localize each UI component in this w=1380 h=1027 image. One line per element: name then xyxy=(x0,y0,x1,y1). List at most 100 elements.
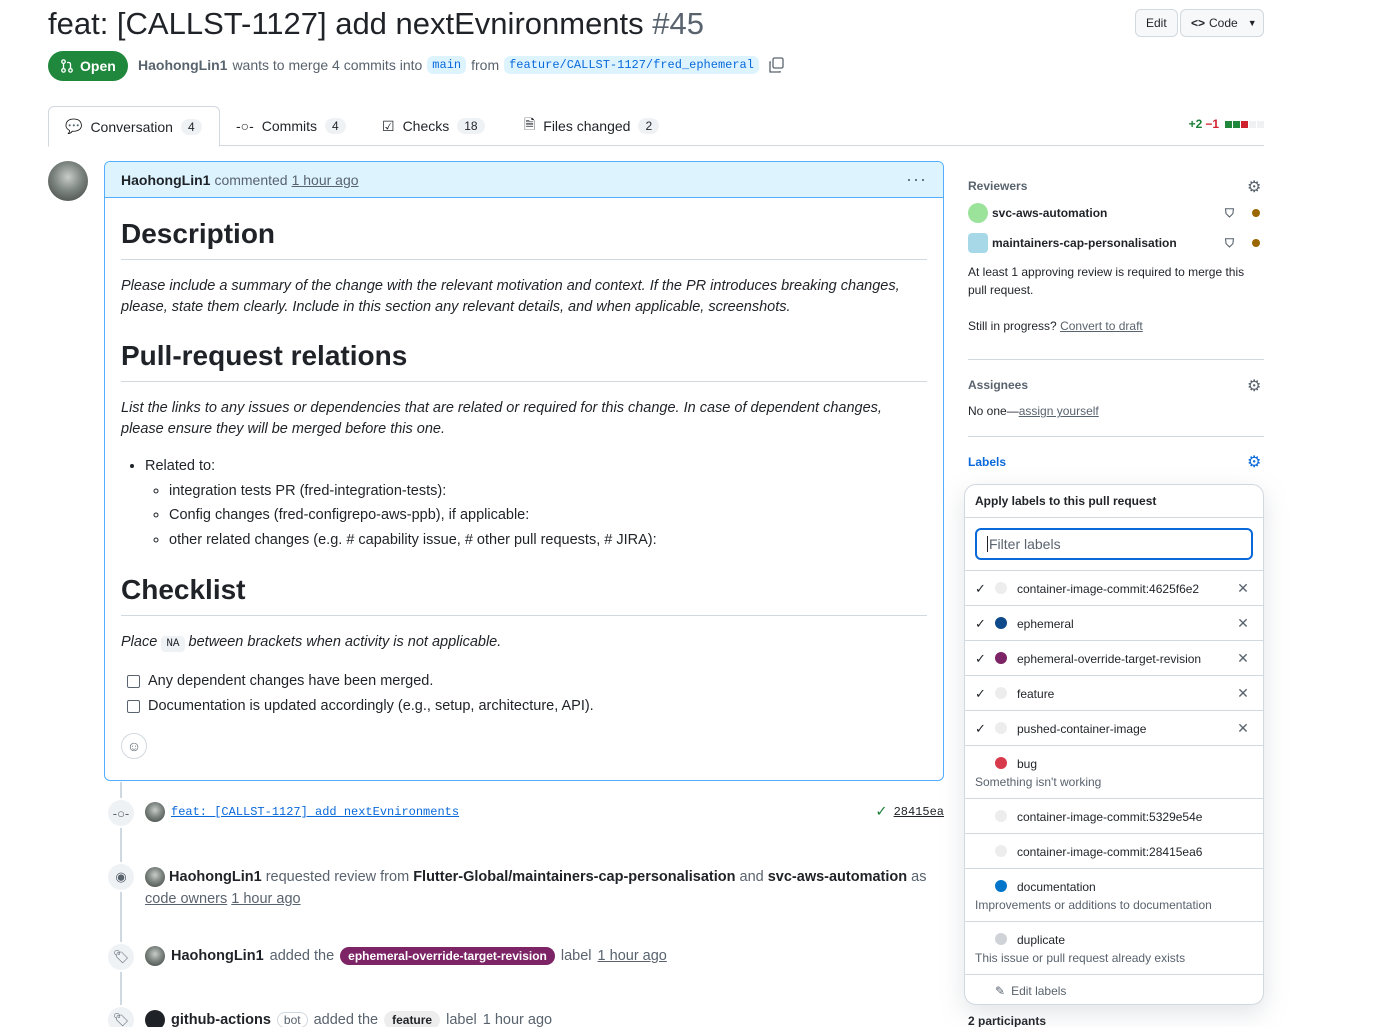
tab-conversation[interactable]: 💬 Conversation 4 xyxy=(48,106,220,147)
gear-icon[interactable]: ⚙ xyxy=(1247,376,1261,396)
diff-deletions: −1 xyxy=(1205,117,1219,131)
x-icon[interactable]: ✕ xyxy=(1233,606,1253,641)
label-color-swatch xyxy=(995,652,1007,664)
related-to-label: Related to: xyxy=(145,458,216,474)
base-branch[interactable]: main xyxy=(427,56,467,74)
reviewer-name[interactable]: svc-aws-automation xyxy=(992,206,1107,220)
commit-message-link[interactable]: feat: [CALLST-1127] add nextEvnironments xyxy=(171,805,459,819)
heading-relations: Pull-request relations xyxy=(121,338,927,382)
avatar[interactable] xyxy=(968,233,988,253)
x-icon[interactable]: ✕ xyxy=(1233,641,1253,676)
label-option-text: feature xyxy=(1017,676,1233,702)
avatar[interactable] xyxy=(48,161,88,201)
gear-icon[interactable]: ⚙ xyxy=(1247,452,1261,472)
label-badge[interactable]: ephemeral-override-target-revision xyxy=(340,947,555,965)
assignees-heading[interactable]: Assignees xyxy=(968,378,1028,392)
code-icon: <> xyxy=(1191,16,1206,30)
label-menu-header: Apply labels to this pull request xyxy=(965,485,1263,518)
shield-icon: ⛉ xyxy=(1224,205,1234,220)
checklist-icon: ☑ xyxy=(382,117,395,134)
task-checkbox[interactable] xyxy=(127,700,140,713)
github-actions-avatar[interactable] xyxy=(145,1010,165,1027)
bot-label-word: label xyxy=(446,1012,477,1027)
label-option-text: duplicate This issue or pull request alre… xyxy=(975,922,1253,966)
convert-to-draft-link[interactable]: Convert to draft xyxy=(1060,319,1143,333)
related-list: Related to: integration tests PR (fred-i… xyxy=(121,454,927,552)
commit-sha-link[interactable]: 28415ea xyxy=(894,805,944,819)
label-badge[interactable]: feature xyxy=(384,1011,441,1027)
kebab-horizontal-icon[interactable]: ··· xyxy=(906,169,927,190)
list-item: other related changes (e.g. # capability… xyxy=(169,528,927,553)
x-icon[interactable]: ✕ xyxy=(1233,711,1253,746)
review-team-link[interactable]: Flutter-Global/maintainers-cap-personali… xyxy=(413,869,735,885)
pr-author-link[interactable]: HaohongLin1 xyxy=(138,57,227,73)
label-option-text: bug Something isn't working xyxy=(975,746,1253,790)
check-icon[interactable]: ✓ xyxy=(875,804,887,820)
x-icon[interactable]: ✕ xyxy=(1233,571,1253,606)
label-color-swatch xyxy=(995,810,1007,822)
paragraph-description: Please include a summary of the change w… xyxy=(121,278,900,315)
reviewers-heading[interactable]: Reviewers xyxy=(968,179,1027,193)
label-list: ✓ container-image-commit:4625f6e2 ✕ ✓ epheme… xyxy=(965,570,1263,975)
label-option[interactable]: ✓ pushed-container-image ✕ xyxy=(965,711,1263,746)
timeline-bot-label: github-actions bot added the feature lab… xyxy=(145,1010,552,1027)
tab-conversation-count: 4 xyxy=(180,118,202,135)
edit-button[interactable]: Edit xyxy=(1135,9,1178,37)
add-reaction-button[interactable]: ☺ xyxy=(121,733,147,759)
bot-label-time[interactable]: 1 hour ago xyxy=(483,1012,552,1027)
avatar[interactable] xyxy=(145,802,165,822)
label-option[interactable]: ✓ ephemeral ✕ xyxy=(965,606,1263,641)
avatar[interactable] xyxy=(145,946,165,966)
review-time[interactable]: 1 hour ago xyxy=(231,891,300,907)
avatar[interactable] xyxy=(145,867,165,888)
comment-time[interactable]: 1 hour ago xyxy=(292,172,359,188)
x-icon[interactable]: ✕ xyxy=(1233,676,1253,711)
tab-commits[interactable]: -○- Commits 4 xyxy=(220,106,362,146)
label-option[interactable]: container-image-commit:28415ea6 xyxy=(965,834,1263,869)
tag-icon: 🏷 xyxy=(106,942,136,972)
paragraph-relations: List the links to any issues or dependen… xyxy=(121,400,882,437)
code-owners-link[interactable]: code owners xyxy=(145,891,227,907)
label-option[interactable]: documentation Improvements or additions t… xyxy=(965,869,1263,922)
label-option[interactable]: ✓ feature ✕ xyxy=(965,676,1263,711)
label-user-link[interactable]: HaohongLin1 xyxy=(171,948,264,964)
copy-icon[interactable] xyxy=(768,57,784,73)
from-text: from xyxy=(471,57,500,73)
bot-added-text: added the xyxy=(313,1012,379,1027)
reviewer-name[interactable]: maintainers-cap-personalisation xyxy=(992,236,1177,250)
tag-icon: 🏷 xyxy=(106,1005,136,1027)
code-button[interactable]: <> Code ▼ xyxy=(1180,9,1264,37)
edit-labels-link[interactable]: ✎ Edit labels xyxy=(965,975,1263,1004)
timeline-label-added: HaohongLin1 added the ephemeral-override… xyxy=(145,946,667,966)
heading-description: Description xyxy=(121,216,927,260)
labels-heading[interactable]: Labels xyxy=(968,455,1006,469)
label-option-name: duplicate xyxy=(1017,933,1066,947)
label-option[interactable]: bug Something isn't working xyxy=(965,746,1263,799)
bot-badge: bot xyxy=(276,1012,308,1027)
review-as: as xyxy=(911,869,927,885)
avatar[interactable] xyxy=(968,203,988,223)
pr-state-badge: Open xyxy=(48,51,128,81)
task-checkbox[interactable] xyxy=(127,675,140,688)
label-time[interactable]: 1 hour ago xyxy=(598,948,667,964)
tab-checks[interactable]: ☑ Checks 18 xyxy=(366,106,501,146)
assign-yourself-link[interactable]: assign yourself xyxy=(1019,404,1099,418)
tab-files-changed[interactable]: 🗎 Files changed 2 xyxy=(508,106,675,146)
comment-author[interactable]: HaohongLin1 xyxy=(121,172,210,188)
label-option-text: container-image-commit:28415ea6 xyxy=(1017,834,1253,860)
gear-icon[interactable]: ⚙ xyxy=(1247,177,1261,197)
pr-number: #45 xyxy=(652,6,705,41)
label-option[interactable]: duplicate This issue or pull request alre… xyxy=(965,922,1263,975)
label-option-description: This issue or pull request already exist… xyxy=(975,951,1186,965)
bot-user-link[interactable]: github-actions xyxy=(171,1012,271,1027)
git-pull-request-icon xyxy=(61,59,73,73)
label-option[interactable]: ✓ ephemeral-override-target-revision ✕ xyxy=(965,641,1263,676)
review-user-link[interactable]: HaohongLin1 xyxy=(169,869,262,885)
filter-labels-input[interactable]: Filter labels xyxy=(975,528,1253,560)
review-required-text: At least 1 approving review is required … xyxy=(968,265,1245,297)
label-option[interactable]: container-image-commit:5329e54e xyxy=(965,799,1263,834)
head-branch[interactable]: feature/CALLST-1127/fred_ephemeral xyxy=(504,56,759,74)
label-option[interactable]: ✓ container-image-commit:4625f6e2 ✕ xyxy=(965,571,1263,606)
review-bot-link[interactable]: svc-aws-automation xyxy=(768,869,907,885)
caret-down-icon: ▼ xyxy=(1247,18,1257,28)
